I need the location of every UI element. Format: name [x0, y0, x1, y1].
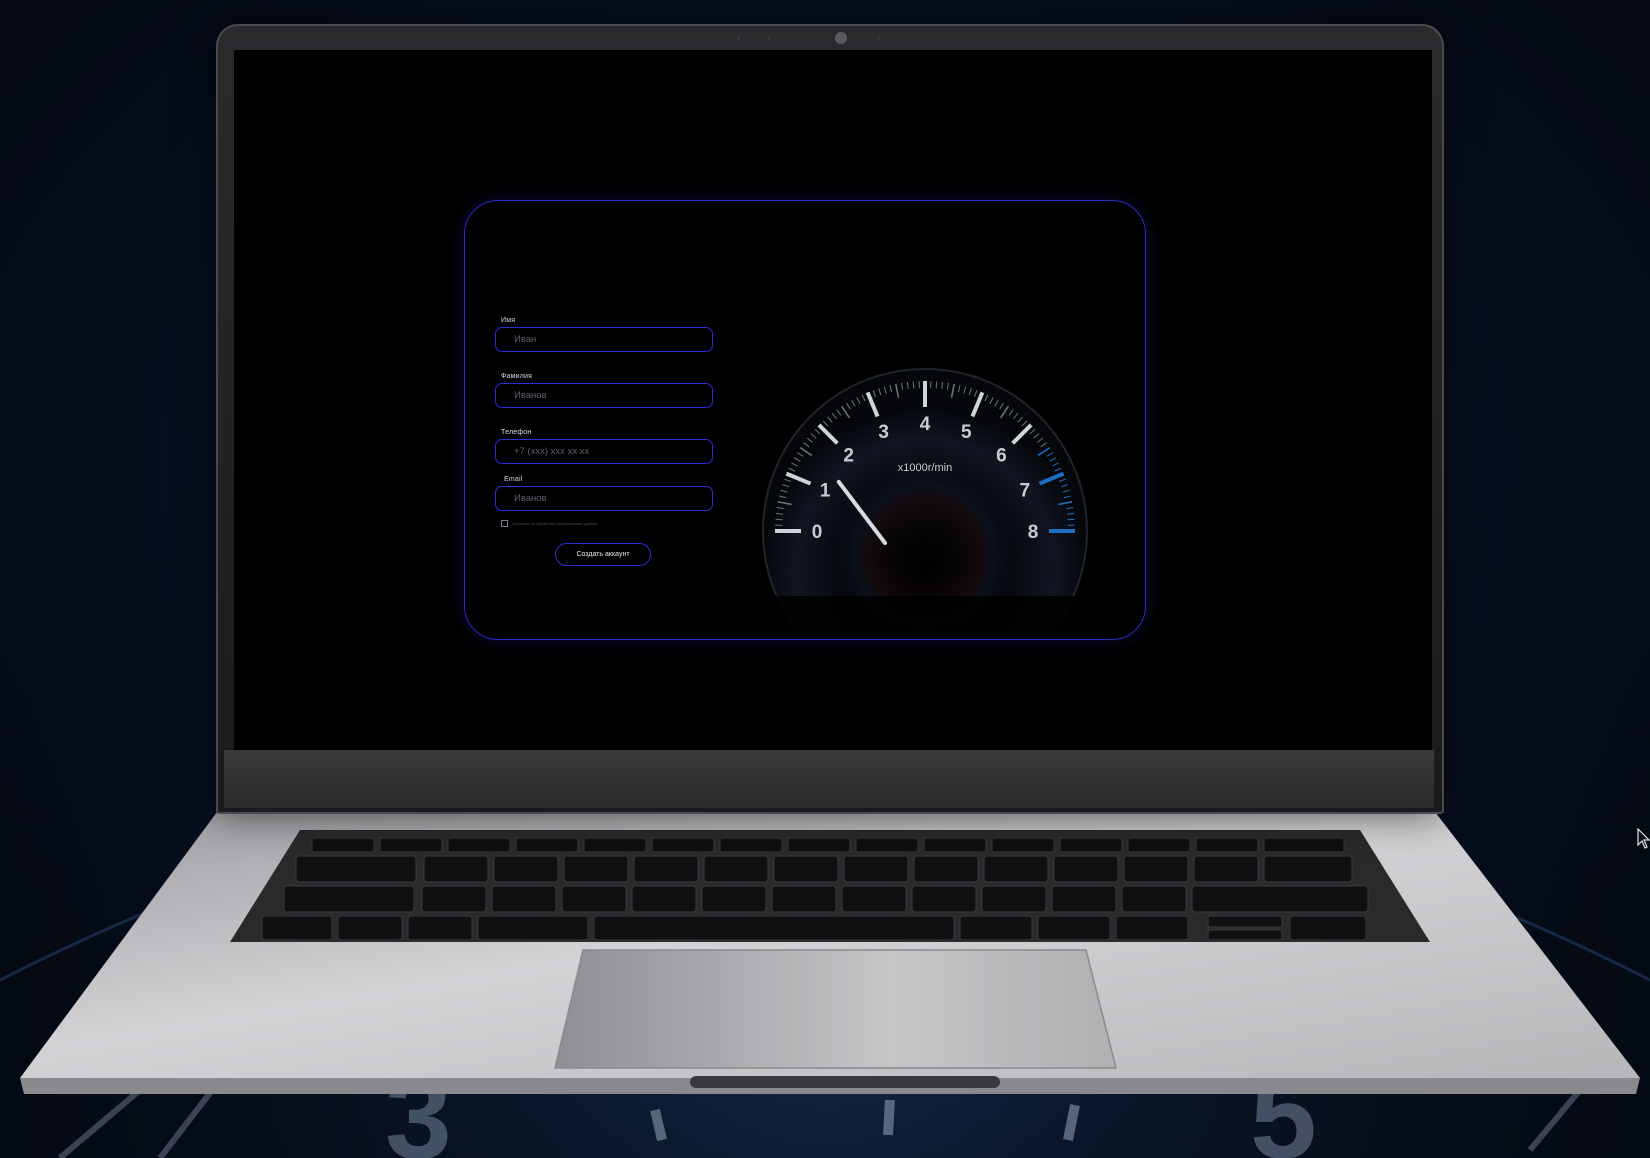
- webcam-icon: [835, 32, 847, 44]
- last-name-label: Фамилия: [501, 373, 533, 380]
- consent-checkbox[interactable]: [501, 520, 508, 527]
- tachometer-minor-tick: [1067, 518, 1075, 521]
- tachometer-label-0: 0: [812, 522, 823, 543]
- tachometer-label-7: 7: [1019, 481, 1030, 502]
- tachometer-label-4: 4: [920, 414, 931, 435]
- mouse-cursor-icon: [1637, 828, 1650, 849]
- create-account-button[interactable]: Создать аккаунт: [555, 543, 651, 566]
- stage: 3 5 Имя Иван Фамилия Иванов Телефон +7 (…: [0, 0, 1650, 1158]
- sensor-dot: [877, 37, 880, 40]
- sensor-dot: [767, 37, 770, 40]
- tachometer-minor-tick: [912, 381, 915, 389]
- tachometer-label-1: 1: [820, 481, 831, 502]
- phone-input[interactable]: [495, 439, 713, 464]
- last-name-input[interactable]: [495, 383, 713, 408]
- tachometer-label-8: 8: [1028, 522, 1039, 543]
- tachometer-gauge: 0 12 3 4 5 67 8 x1000r/min: [755, 368, 1095, 631]
- consent-row: Согласие на обработку персональных данны…: [501, 520, 717, 527]
- registration-card: Имя Фамилия Телефон Email Согласи: [464, 200, 1146, 640]
- tachometer-label-3: 3: [878, 422, 889, 443]
- registration-form: Имя Фамилия Телефон Email Согласи: [495, 317, 717, 566]
- background-digit-3: 3: [385, 1050, 452, 1158]
- first-name-row: Имя: [495, 317, 717, 352]
- laptop-screen: Имя Фамилия Телефон Email Согласи: [234, 50, 1432, 750]
- first-name-label: Имя: [501, 317, 516, 324]
- email-row: Email: [495, 476, 717, 511]
- email-input[interactable]: [495, 486, 713, 511]
- email-label: Email: [504, 476, 523, 483]
- last-name-row: Фамилия: [495, 373, 717, 408]
- laptop-bezel-bottom: [224, 750, 1434, 808]
- consent-label: Согласие на обработку персональных данны…: [512, 521, 599, 526]
- tachometer-label-2: 2: [843, 446, 854, 467]
- tachometer-unit-label: x1000r/min: [898, 462, 952, 474]
- tachometer-label-5: 5: [961, 422, 972, 443]
- phone-label: Телефон: [501, 429, 532, 436]
- background-digit-5: 5: [1250, 1050, 1317, 1158]
- tachometer-minor-tick: [935, 381, 938, 389]
- tachometer-minor-tick: [775, 518, 783, 521]
- sensor-dot: [737, 37, 740, 40]
- tachometer-label-6: 6: [996, 446, 1007, 467]
- first-name-input[interactable]: [495, 327, 713, 352]
- phone-row: Телефон: [495, 429, 717, 464]
